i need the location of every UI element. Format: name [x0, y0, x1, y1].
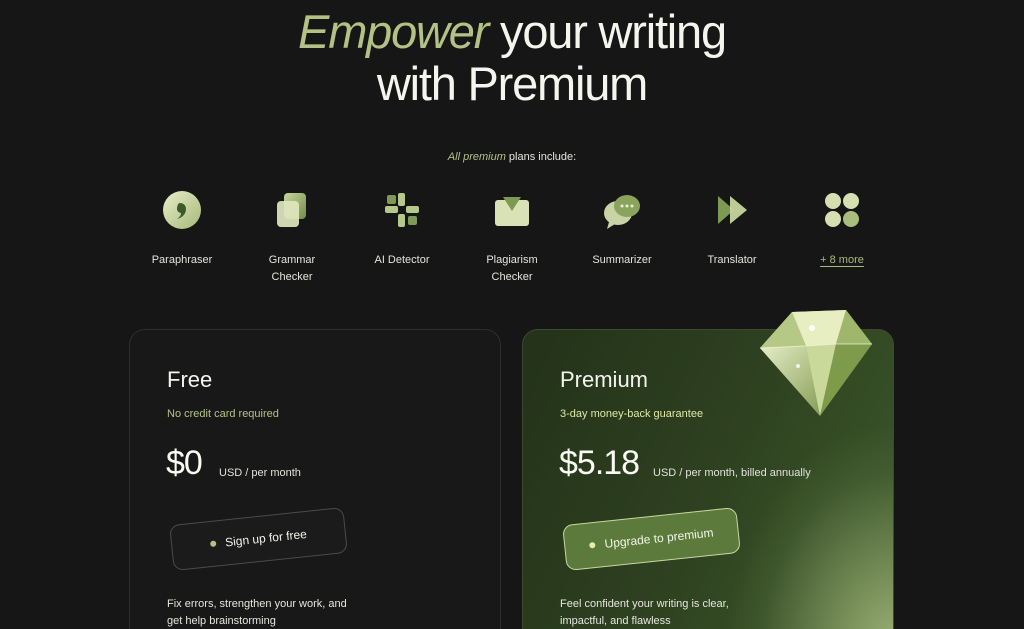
plan-subtitle: 3-day money-back guarantee	[560, 408, 704, 420]
plan-period: USD / per month, billed annually	[653, 467, 811, 479]
plan-period: USD / per month	[219, 467, 301, 479]
feature-paraphraser[interactable]: Paraphraser	[127, 188, 237, 269]
more-features-link[interactable]: + 8 more	[797, 252, 887, 269]
hero-line-2: with Premium	[376, 57, 648, 110]
more-grid-icon	[820, 188, 864, 232]
plan-price: $5.18	[559, 444, 640, 482]
button-label: Upgrade to premium	[603, 525, 715, 551]
button-dot-icon	[589, 541, 596, 549]
plan-description: Feel confident your writing is clear, im…	[560, 598, 729, 627]
feature-grammar-checker[interactable]: Grammar Checker	[237, 188, 347, 286]
includes-accent: All premium	[447, 151, 506, 163]
feature-label: AI Detector	[374, 254, 430, 266]
plan-description: Fix errors, strengthen your work, and ge…	[167, 598, 347, 627]
plans-include-caption: All premium plans include:	[0, 151, 1024, 163]
translator-icon	[710, 188, 754, 232]
feature-label: Grammar Checker	[268, 254, 316, 283]
includes-rest: plans include:	[505, 151, 577, 163]
plan-price: $0	[166, 444, 203, 482]
feature-plagiarism-checker[interactable]: Plagiarism Checker	[457, 188, 567, 286]
pricing-page: Empower your writing with Premium All pr…	[0, 0, 1024, 629]
feature-summarizer[interactable]: Summarizer	[567, 188, 677, 269]
upgrade-premium-button[interactable]: Upgrade to premium	[562, 506, 741, 572]
feature-label: Plagiarism Checker	[486, 254, 538, 283]
hero-line-1: Empower your writing	[0, 6, 1024, 58]
feature-ai-detector[interactable]: AI Detector	[347, 188, 457, 269]
hero-accent: Empower	[298, 5, 489, 58]
plagiarism-checker-icon	[490, 188, 534, 232]
feature-translator[interactable]: Translator	[677, 188, 787, 269]
summarizer-icon	[600, 188, 644, 232]
plan-name: Free	[167, 367, 213, 392]
free-plan-card: Free No credit card required $0 USD / pe…	[129, 329, 501, 629]
feature-label: Summarizer	[592, 254, 652, 266]
feature-list: Paraphraser Grammar Checker AI Detector …	[127, 188, 897, 288]
button-dot-icon	[209, 540, 217, 548]
feature-more[interactable]: + 8 more	[787, 188, 897, 269]
diamond-icon	[750, 304, 878, 422]
plan-name: Premium	[560, 367, 649, 392]
sign-up-free-button[interactable]: Sign up for free	[169, 506, 348, 572]
button-label: Sign up for free	[224, 526, 308, 550]
feature-label: Translator	[707, 254, 757, 266]
paraphraser-icon	[160, 188, 204, 232]
hero-heading: Empower your writing with Premium	[0, 6, 1024, 110]
hero-line-1-rest: your writing	[488, 5, 727, 58]
plan-subtitle: No credit card required	[167, 408, 279, 420]
grammar-checker-icon	[270, 188, 314, 232]
ai-detector-icon	[380, 188, 424, 232]
feature-label: Paraphraser	[151, 254, 213, 266]
